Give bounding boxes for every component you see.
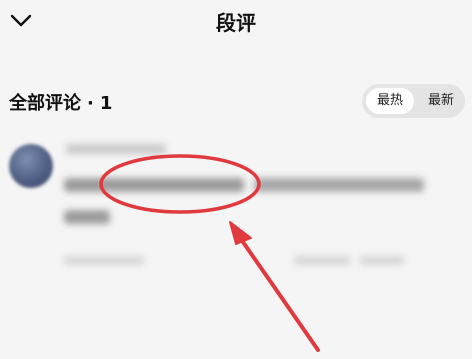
- page-title: 段评: [216, 11, 256, 35]
- avatar[interactable]: [9, 144, 53, 188]
- comments-header: 全部评论 · 1 最热 最新: [0, 82, 472, 122]
- comment-text-redacted: [64, 178, 424, 224]
- comments-title: 全部评论: [9, 93, 81, 114]
- comment-item[interactable]: [0, 128, 472, 288]
- sort-latest-button[interactable]: 最新: [417, 88, 465, 114]
- top-bar: 段评: [0, 0, 472, 46]
- sort-hot-button[interactable]: 最热: [366, 88, 414, 114]
- comment-meta-redacted: [64, 256, 404, 265]
- commenter-name-redacted: [66, 144, 166, 154]
- comment-count: 1: [99, 93, 113, 114]
- comments-title-row: 全部评论 · 1: [9, 89, 112, 115]
- sort-toggle: 最热 最新: [362, 84, 465, 118]
- title-separator: ·: [87, 93, 94, 114]
